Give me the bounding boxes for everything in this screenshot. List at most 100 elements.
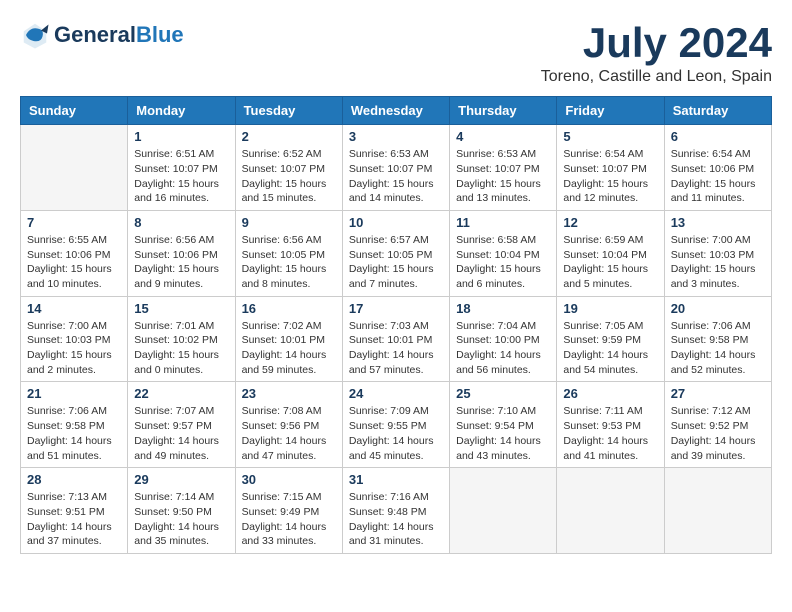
day-info: Sunrise: 7:14 AMSunset: 9:50 PMDaylight:…	[134, 490, 228, 549]
day-info: Sunrise: 6:54 AMSunset: 10:07 PMDaylight…	[563, 147, 657, 206]
day-info: Sunrise: 7:00 AMSunset: 10:03 PMDaylight…	[27, 319, 121, 378]
calendar-cell: 7 Sunrise: 6:55 AMSunset: 10:06 PMDayligh…	[21, 210, 128, 296]
weekday-header-saturday: Saturday	[664, 97, 771, 125]
day-number: 28	[27, 472, 121, 487]
day-number: 20	[671, 301, 765, 316]
calendar-week-4: 21 Sunrise: 7:06 AMSunset: 9:58 PMDayligh…	[21, 382, 772, 468]
page-header: GeneralBlue July 2024 Toreno, Castille a…	[20, 20, 772, 86]
calendar-week-1: 1Sunrise: 6:51 AMSunset: 10:07 PMDayligh…	[21, 125, 772, 211]
day-number: 23	[242, 386, 336, 401]
day-info: Sunrise: 7:10 AMSunset: 9:54 PMDaylight:…	[456, 404, 550, 463]
day-info: Sunrise: 6:53 AMSunset: 10:07 PMDaylight…	[456, 147, 550, 206]
calendar-cell	[450, 468, 557, 554]
day-number: 14	[27, 301, 121, 316]
weekday-header-sunday: Sunday	[21, 97, 128, 125]
day-info: Sunrise: 7:00 AMSunset: 10:03 PMDaylight…	[671, 233, 765, 292]
calendar-cell: 21 Sunrise: 7:06 AMSunset: 9:58 PMDayligh…	[21, 382, 128, 468]
calendar-cell: 6 Sunrise: 6:54 AMSunset: 10:06 PMDayligh…	[664, 125, 771, 211]
day-number: 11	[456, 215, 550, 230]
calendar-cell: 17Sunrise: 7:03 AMSunset: 10:01 PMDaylig…	[342, 296, 449, 382]
day-info: Sunrise: 7:01 AMSunset: 10:02 PMDaylight…	[134, 319, 228, 378]
day-number: 22	[134, 386, 228, 401]
weekday-header-tuesday: Tuesday	[235, 97, 342, 125]
day-info: Sunrise: 6:56 AMSunset: 10:05 PMDaylight…	[242, 233, 336, 292]
calendar-cell: 10 Sunrise: 6:57 AMSunset: 10:05 PMDaylig…	[342, 210, 449, 296]
calendar-cell: 15Sunrise: 7:01 AMSunset: 10:02 PMDaylig…	[128, 296, 235, 382]
day-info: Sunrise: 7:16 AMSunset: 9:48 PMDaylight:…	[349, 490, 443, 549]
day-info: Sunrise: 7:12 AMSunset: 9:52 PMDaylight:…	[671, 404, 765, 463]
day-number: 13	[671, 215, 765, 230]
day-number: 5	[563, 129, 657, 144]
weekday-header-monday: Monday	[128, 97, 235, 125]
day-number: 31	[349, 472, 443, 487]
day-info: Sunrise: 6:52 AMSunset: 10:07 PMDaylight…	[242, 147, 336, 206]
day-info: Sunrise: 7:05 AMSunset: 9:59 PMDaylight:…	[563, 319, 657, 378]
day-number: 1	[134, 129, 228, 144]
day-number: 7	[27, 215, 121, 230]
logo-icon	[20, 20, 50, 50]
day-info: Sunrise: 6:55 AMSunset: 10:06 PMDaylight…	[27, 233, 121, 292]
day-number: 6	[671, 129, 765, 144]
day-number: 24	[349, 386, 443, 401]
logo-general: General	[54, 22, 136, 47]
calendar-week-5: 28Sunrise: 7:13 AMSunset: 9:51 PMDayligh…	[21, 468, 772, 554]
calendar-cell: 29 Sunrise: 7:14 AMSunset: 9:50 PMDayligh…	[128, 468, 235, 554]
calendar-cell: 24 Sunrise: 7:09 AMSunset: 9:55 PMDayligh…	[342, 382, 449, 468]
calendar-cell	[664, 468, 771, 554]
day-info: Sunrise: 6:58 AMSunset: 10:04 PMDaylight…	[456, 233, 550, 292]
day-info: Sunrise: 6:56 AMSunset: 10:06 PMDaylight…	[134, 233, 228, 292]
weekday-header-wednesday: Wednesday	[342, 97, 449, 125]
calendar-cell: 3 Sunrise: 6:53 AMSunset: 10:07 PMDayligh…	[342, 125, 449, 211]
day-number: 17	[349, 301, 443, 316]
calendar-cell: 22 Sunrise: 7:07 AMSunset: 9:57 PMDayligh…	[128, 382, 235, 468]
day-number: 3	[349, 129, 443, 144]
day-info: Sunrise: 7:06 AMSunset: 9:58 PMDaylight:…	[27, 404, 121, 463]
calendar-cell: 20 Sunrise: 7:06 AMSunset: 9:58 PMDayligh…	[664, 296, 771, 382]
calendar-cell: 13 Sunrise: 7:00 AMSunset: 10:03 PMDaylig…	[664, 210, 771, 296]
day-number: 30	[242, 472, 336, 487]
day-info: Sunrise: 6:59 AMSunset: 10:04 PMDaylight…	[563, 233, 657, 292]
calendar-cell: 26 Sunrise: 7:11 AMSunset: 9:53 PMDayligh…	[557, 382, 664, 468]
day-info: Sunrise: 7:07 AMSunset: 9:57 PMDaylight:…	[134, 404, 228, 463]
day-info: Sunrise: 7:15 AMSunset: 9:49 PMDaylight:…	[242, 490, 336, 549]
day-number: 19	[563, 301, 657, 316]
day-number: 10	[349, 215, 443, 230]
day-info: Sunrise: 7:04 AMSunset: 10:00 PMDaylight…	[456, 319, 550, 378]
day-number: 9	[242, 215, 336, 230]
title-block: July 2024 Toreno, Castille and Leon, Spa…	[541, 20, 772, 86]
day-info: Sunrise: 7:09 AMSunset: 9:55 PMDaylight:…	[349, 404, 443, 463]
day-info: Sunrise: 7:06 AMSunset: 9:58 PMDaylight:…	[671, 319, 765, 378]
calendar-cell: 12 Sunrise: 6:59 AMSunset: 10:04 PMDaylig…	[557, 210, 664, 296]
calendar-cell: 14 Sunrise: 7:00 AMSunset: 10:03 PMDaylig…	[21, 296, 128, 382]
calendar-cell	[557, 468, 664, 554]
day-number: 12	[563, 215, 657, 230]
calendar-cell: 9 Sunrise: 6:56 AMSunset: 10:05 PMDayligh…	[235, 210, 342, 296]
calendar-cell: 8Sunrise: 6:56 AMSunset: 10:06 PMDayligh…	[128, 210, 235, 296]
calendar-cell: 28Sunrise: 7:13 AMSunset: 9:51 PMDayligh…	[21, 468, 128, 554]
month-title: July 2024	[541, 20, 772, 66]
calendar-cell: 4 Sunrise: 6:53 AMSunset: 10:07 PMDayligh…	[450, 125, 557, 211]
day-number: 21	[27, 386, 121, 401]
day-info: Sunrise: 7:11 AMSunset: 9:53 PMDaylight:…	[563, 404, 657, 463]
day-number: 27	[671, 386, 765, 401]
calendar-cell: 27 Sunrise: 7:12 AMSunset: 9:52 PMDayligh…	[664, 382, 771, 468]
day-number: 4	[456, 129, 550, 144]
location-title: Toreno, Castille and Leon, Spain	[541, 68, 772, 86]
day-info: Sunrise: 6:54 AMSunset: 10:06 PMDaylight…	[671, 147, 765, 206]
calendar-table: SundayMondayTuesdayWednesdayThursdayFrid…	[20, 96, 772, 554]
day-number: 29	[134, 472, 228, 487]
calendar-week-3: 14 Sunrise: 7:00 AMSunset: 10:03 PMDaylig…	[21, 296, 772, 382]
calendar-cell: 5 Sunrise: 6:54 AMSunset: 10:07 PMDayligh…	[557, 125, 664, 211]
calendar-cell: 23 Sunrise: 7:08 AMSunset: 9:56 PMDayligh…	[235, 382, 342, 468]
calendar-cell: 31 Sunrise: 7:16 AMSunset: 9:48 PMDayligh…	[342, 468, 449, 554]
calendar-cell: 11 Sunrise: 6:58 AMSunset: 10:04 PMDaylig…	[450, 210, 557, 296]
day-info: Sunrise: 7:02 AMSunset: 10:01 PMDaylight…	[242, 319, 336, 378]
day-info: Sunrise: 7:08 AMSunset: 9:56 PMDaylight:…	[242, 404, 336, 463]
calendar-cell: 30 Sunrise: 7:15 AMSunset: 9:49 PMDayligh…	[235, 468, 342, 554]
day-number: 26	[563, 386, 657, 401]
day-info: Sunrise: 6:53 AMSunset: 10:07 PMDaylight…	[349, 147, 443, 206]
day-info: Sunrise: 6:57 AMSunset: 10:05 PMDaylight…	[349, 233, 443, 292]
calendar-cell: 1Sunrise: 6:51 AMSunset: 10:07 PMDayligh…	[128, 125, 235, 211]
calendar-cell: 19 Sunrise: 7:05 AMSunset: 9:59 PMDayligh…	[557, 296, 664, 382]
logo: GeneralBlue	[20, 20, 184, 50]
